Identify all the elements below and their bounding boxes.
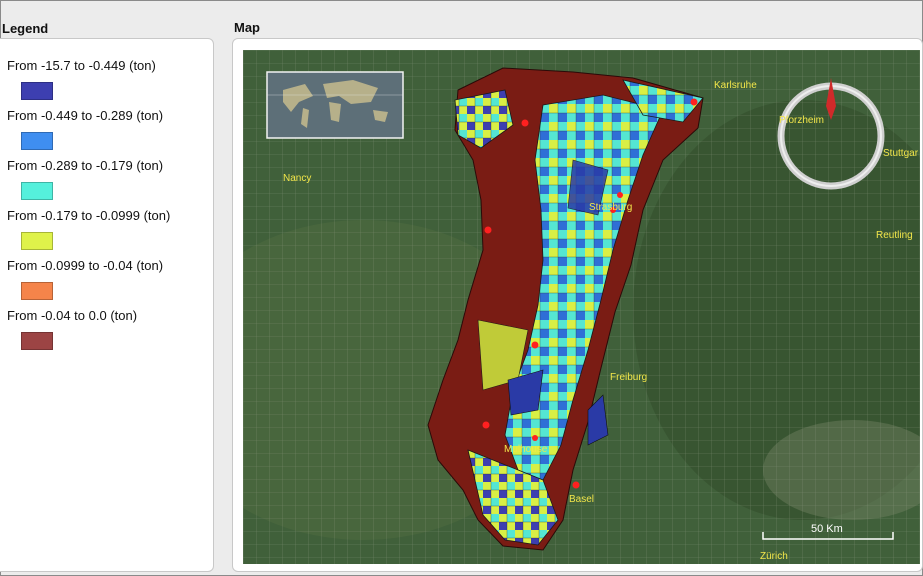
legend-swatch <box>21 132 53 150</box>
legend-item: From -0.04 to 0.0 (ton) <box>7 308 138 350</box>
legend-item: From -15.7 to -0.449 (ton) <box>7 58 156 100</box>
legend-swatch <box>21 82 53 100</box>
city-mulhouse: Mulhouse <box>504 444 548 455</box>
city-freiburg: Freiburg <box>610 372 647 383</box>
legend-swatch <box>21 182 53 200</box>
scale-label: 50 Km <box>811 523 843 535</box>
legend-item: From -0.449 to -0.289 (ton) <box>7 108 164 150</box>
city-stuttgart: Stuttgar <box>883 148 919 159</box>
legend-panel: From -15.7 to -0.449 (ton) From -0.449 t… <box>0 38 214 572</box>
city-strasbourg: Strasburg <box>589 202 632 213</box>
city-basel: Basel <box>569 494 594 505</box>
legend-label: From -0.179 to -0.0999 (ton) <box>7 208 171 223</box>
city-zurich: Zürich <box>760 551 788 562</box>
map-title: Map <box>234 20 260 35</box>
legend-swatch <box>21 282 53 300</box>
city-reutlingen: Reutling <box>876 230 913 241</box>
legend-label: From -15.7 to -0.449 (ton) <box>7 58 156 73</box>
legend-label: From -0.0999 to -0.04 (ton) <box>7 258 164 273</box>
legend-swatch <box>21 332 53 350</box>
legend-label: From -0.449 to -0.289 (ton) <box>7 108 164 123</box>
legend-label: From -0.289 to -0.179 (ton) <box>7 158 164 173</box>
city-pforzheim: Pforzheim <box>779 115 824 126</box>
world-overview-icon <box>266 71 404 139</box>
legend-item: From -0.0999 to -0.04 (ton) <box>7 258 164 300</box>
legend-title: Legend <box>2 21 49 36</box>
legend-swatch <box>21 232 53 250</box>
legend-label: From -0.04 to 0.0 (ton) <box>7 308 138 323</box>
legend-item: From -0.289 to -0.179 (ton) <box>7 158 164 200</box>
city-nancy: Nancy <box>283 173 311 184</box>
map-canvas[interactable]: Karlsruhe Pforzheim Stuttgar Nancy Stras… <box>243 50 920 564</box>
city-karlsruhe: Karlsruhe <box>714 80 757 91</box>
legend-item: From -0.179 to -0.0999 (ton) <box>7 208 171 250</box>
